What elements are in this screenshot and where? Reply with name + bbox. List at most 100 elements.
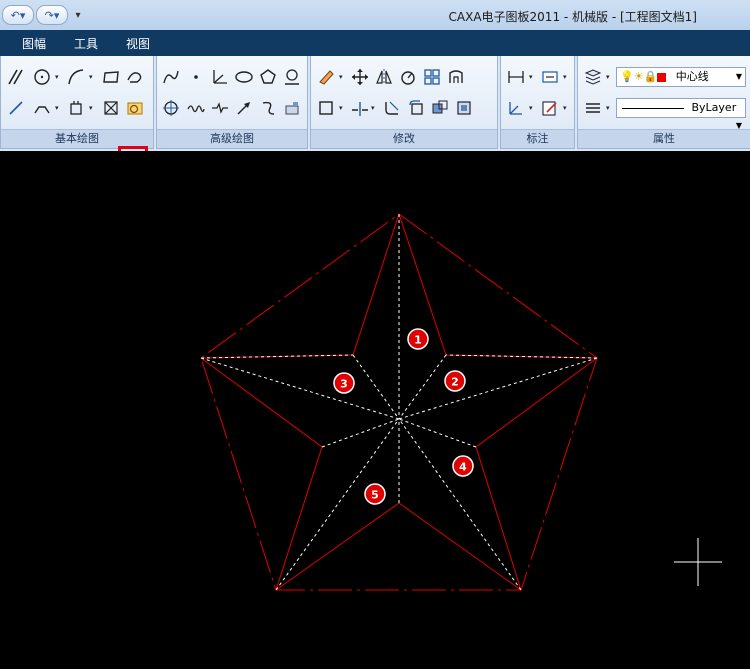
ellipse-button[interactable] xyxy=(233,66,255,88)
circle-button[interactable] xyxy=(31,66,53,88)
move-button[interactable] xyxy=(349,66,371,88)
spline-button[interactable] xyxy=(124,66,146,88)
group-basic-drawing: ▾ ▾ ▾ ▾ 基本绘图 xyxy=(0,56,154,149)
lock-icon: 🔒 xyxy=(643,70,658,83)
region-label-3: 3 xyxy=(340,378,348,391)
dimension-icon xyxy=(508,71,524,83)
centerline-dropdown[interactable]: ▾ xyxy=(55,97,62,119)
double-line-button[interactable] xyxy=(209,97,231,119)
contour-icon xyxy=(127,102,143,115)
rectangle-button[interactable] xyxy=(100,66,122,88)
annotation-dropdown[interactable]: ▾ xyxy=(563,97,570,119)
undo-button[interactable]: ↶▾ xyxy=(2,5,34,25)
ribbon: ▾ ▾ ▾ ▾ 基本绘图 高级绘图 ▾ ▾ ▾ 修改 ▾ ▾ ▾ ▾ 标注 ▾ … xyxy=(0,56,750,180)
menu-item-view[interactable]: 视图 xyxy=(126,35,150,52)
arrow-button[interactable] xyxy=(233,97,255,119)
layer-manager-dropdown[interactable]: ▾ xyxy=(606,66,613,88)
line-button[interactable] xyxy=(5,97,27,119)
mirror-button[interactable] xyxy=(373,66,395,88)
group-dimension: ▾ ▾ ▾ ▾ 标注 xyxy=(500,56,575,149)
crosshair-cursor-icon xyxy=(674,538,722,586)
fillet-icon xyxy=(385,101,399,115)
move-icon xyxy=(352,69,368,85)
eraser-icon xyxy=(319,70,334,85)
arc-icon xyxy=(68,69,84,85)
polygon-button[interactable] xyxy=(257,66,279,88)
trim-dropdown[interactable]: ▾ xyxy=(371,97,378,119)
explode-button[interactable] xyxy=(315,97,337,119)
text-box-icon xyxy=(542,71,558,83)
dimension-button[interactable] xyxy=(505,66,527,88)
circle-dropdown[interactable]: ▾ xyxy=(55,66,62,88)
arc-dropdown[interactable]: ▾ xyxy=(89,66,96,88)
block-button[interactable] xyxy=(453,97,475,119)
menu-item-sheet[interactable]: 图幅 xyxy=(22,35,46,52)
group-modify-label: 修改 xyxy=(311,129,497,148)
hatch-button[interactable] xyxy=(65,97,87,119)
gear-button[interactable] xyxy=(281,97,303,119)
stretch-button[interactable] xyxy=(445,66,467,88)
linetype-select[interactable]: ByLayer ▼ xyxy=(616,98,746,130)
text-dropdown[interactable]: ▾ xyxy=(563,66,570,88)
chevron-down-icon: ▼ xyxy=(735,72,742,81)
fillet-button[interactable] xyxy=(381,97,403,119)
arc-button[interactable] xyxy=(65,66,87,88)
coordinate-dropdown[interactable]: ▾ xyxy=(529,97,536,119)
circle-icon xyxy=(34,69,50,85)
chevron-down-icon: ▾ xyxy=(75,9,81,21)
center-mark-button[interactable] xyxy=(160,97,182,119)
angle-icon xyxy=(213,70,227,84)
delete-dropdown[interactable]: ▾ xyxy=(339,66,346,88)
hole-shaft-button[interactable] xyxy=(281,66,303,88)
lightbulb-icon: 💡 xyxy=(620,70,634,83)
parallel-line-button[interactable] xyxy=(5,66,27,88)
drawing-svg: 1 2 3 4 5 xyxy=(200,213,722,591)
dimension-dropdown[interactable]: ▾ xyxy=(529,66,536,88)
centerline-button[interactable] xyxy=(31,97,53,119)
coordinate-dimension-button[interactable] xyxy=(505,97,527,119)
layer-manager-button[interactable] xyxy=(582,66,604,88)
center-mark-icon xyxy=(163,100,179,116)
annotation-button[interactable] xyxy=(539,97,561,119)
line-sample xyxy=(622,107,684,109)
linetype-button[interactable] xyxy=(582,97,604,119)
polyline-icon xyxy=(163,70,179,84)
layer-select[interactable]: 💡☀🔒 中心线 ▼ xyxy=(616,67,746,87)
group-advanced-drawing-label: 高级绘图 xyxy=(157,129,307,148)
group-advanced-drawing: 高级绘图 xyxy=(156,56,308,149)
boundary-button[interactable] xyxy=(100,97,122,119)
array-icon xyxy=(424,69,440,85)
customize-quick-access-button[interactable]: ▾ xyxy=(70,6,86,24)
linetype-dropdown[interactable]: ▾ xyxy=(606,97,613,119)
text-button[interactable] xyxy=(539,66,561,88)
region-label-5: 5 xyxy=(371,489,379,502)
wave-line-button[interactable] xyxy=(185,97,207,119)
star-edge-left xyxy=(200,357,323,591)
trim-button[interactable] xyxy=(349,97,371,119)
copy-button[interactable] xyxy=(405,97,427,119)
quick-access-toolbar: ↶▾ ↷▾ ▾ xyxy=(2,5,86,25)
menu-item-tools[interactable]: 工具 xyxy=(74,35,98,52)
explode-dropdown[interactable]: ▾ xyxy=(339,97,346,119)
angle-line-button[interactable] xyxy=(209,66,231,88)
contour-button[interactable] xyxy=(124,97,146,119)
spline-curve-button[interactable] xyxy=(257,97,279,119)
centerline-icon xyxy=(34,106,50,114)
region-label-2: 2 xyxy=(451,376,459,389)
scale-button[interactable] xyxy=(429,97,451,119)
polyline-button[interactable] xyxy=(160,66,182,88)
redo-button[interactable]: ↷▾ xyxy=(36,5,68,25)
hatch-dropdown[interactable]: ▾ xyxy=(89,97,96,119)
stretch-icon xyxy=(449,70,463,83)
region-marker-2: 2 xyxy=(444,370,466,392)
rotate-button[interactable] xyxy=(397,66,419,88)
region-marker-5: 5 xyxy=(364,483,386,505)
delete-button[interactable] xyxy=(315,66,337,88)
array-button[interactable] xyxy=(421,66,443,88)
point-button[interactable] xyxy=(185,66,207,88)
copy-icon xyxy=(409,100,423,115)
point-icon xyxy=(194,75,198,79)
lineweight-icon xyxy=(586,103,600,113)
group-modify: ▾ ▾ ▾ 修改 xyxy=(310,56,498,149)
drawing-canvas[interactable]: 1 2 3 4 5 xyxy=(0,151,750,669)
